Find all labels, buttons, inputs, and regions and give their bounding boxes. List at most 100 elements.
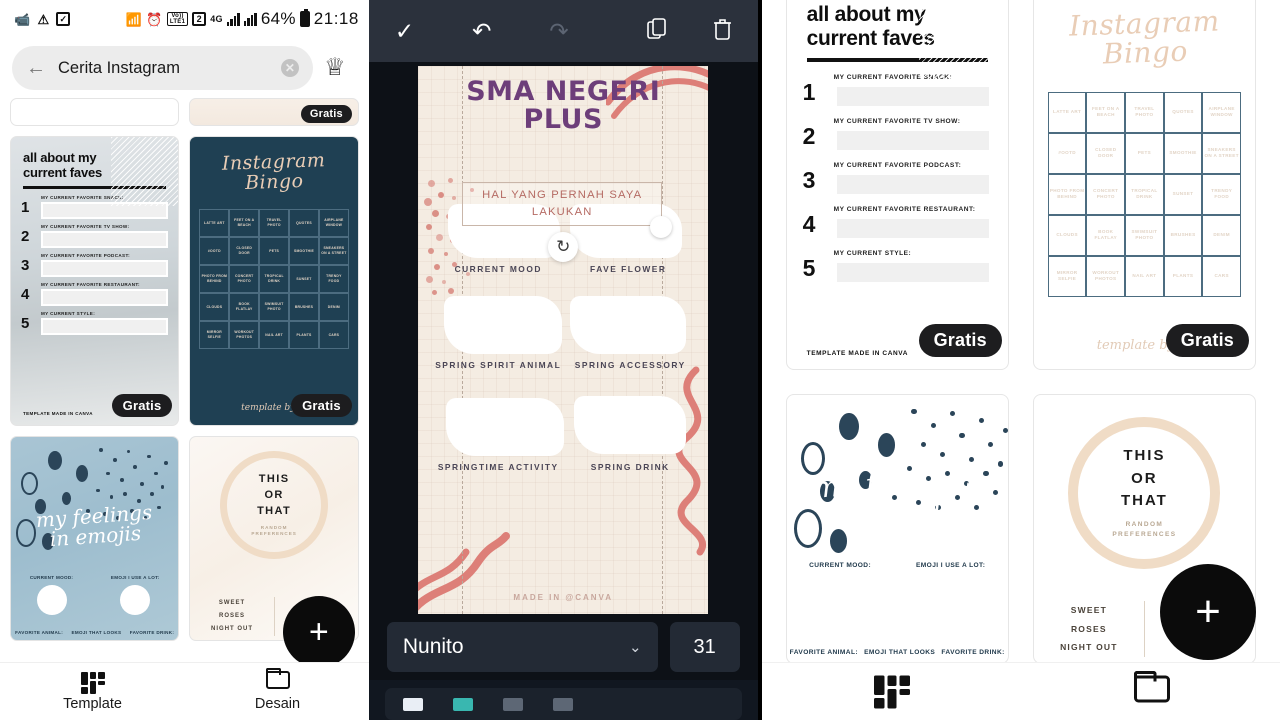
feelings-bottom-row: FAVORITE ANIMAL: EMOJI THAT LOOKS FAVORI…	[11, 630, 178, 636]
alarm-icon: ⏰	[146, 13, 163, 26]
font-family-select[interactable]: Nunito ⌄	[387, 622, 658, 672]
list-item: 4 MY CURRENT FAVORITE RESTAURANT:	[803, 206, 992, 241]
brush-stroke	[574, 396, 686, 454]
clock: 21:18	[314, 9, 359, 29]
bingo-cell: BRUSHES	[1164, 215, 1203, 256]
item-number: 4	[803, 206, 823, 241]
tot-left-column: SWEET ROSES NIGHT OUT	[190, 597, 274, 636]
add-button[interactable]: +	[283, 596, 355, 668]
template-card-partial-right[interactable]: Gratis	[189, 98, 358, 126]
bingo-cell: PLANTS	[289, 321, 319, 349]
item-number: 3	[21, 253, 34, 277]
highlight-color-icon[interactable]	[453, 698, 473, 711]
template-list-scroll[interactable]: Gratis all about my current faves 1 MY C…	[0, 98, 369, 662]
canvas-area[interactable]: SMA NEGERI PLUS HAL YANG PERNAH SAYA LAK…	[369, 62, 758, 618]
folder-icon	[266, 671, 290, 689]
tot-option: SWEET	[190, 597, 273, 610]
bingo-cell: CARS	[1202, 256, 1241, 297]
free-badge: Gratis	[112, 394, 173, 417]
tot-ring: THIS OR THAT RANDOM PREFERENCES	[1068, 417, 1220, 569]
tot-option: NIGHT OUT	[1034, 638, 1144, 657]
item-label: MY CURRENT FAVORITE RESTAURANT:	[41, 282, 168, 287]
nav-item-desain[interactable]: Desain	[185, 671, 369, 712]
nav-item-desain-zoomed[interactable]	[1022, 680, 1280, 703]
text-tool-strip	[369, 680, 758, 720]
item-answer-box	[41, 231, 168, 248]
canvas-label: SPRING SPIRIT ANIMAL	[434, 359, 562, 372]
template-card-all-about-my-current-faves-zoomed[interactable]: all about my current faves 1 MY CURRENT …	[786, 0, 1009, 370]
folder-icon	[1134, 676, 1170, 703]
bingo-cell: BOOK FLATLAY	[1086, 215, 1125, 256]
search-input[interactable]: Cerita Instagram	[58, 59, 269, 78]
item-number: 4	[21, 282, 34, 306]
bingo-cell: PHOTO FROM BEHIND	[199, 265, 229, 293]
item-answer-box	[834, 172, 992, 197]
align-icon[interactable]	[503, 698, 523, 711]
selected-text-line1: HAL YANG PERNAH SAYA	[463, 187, 661, 204]
free-badge: Gratis	[919, 324, 1002, 357]
template-card-my-feelings-in-emojis-zoomed[interactable]: my feelings in emojis CURRENT MOOD: EMOJ…	[786, 394, 1009, 664]
canvas-label: FAVE FLOWER	[568, 263, 688, 276]
item-label: MY CURRENT STYLE:	[41, 311, 168, 316]
free-badge: Gratis	[301, 105, 352, 123]
duplicate-icon[interactable]	[647, 18, 667, 44]
bingo-cell: NAIL ART	[259, 321, 289, 349]
font-size-input[interactable]: 31	[670, 622, 740, 672]
hatch-decoration	[111, 137, 178, 206]
nav-item-template[interactable]: Template	[0, 672, 185, 712]
nav-item-template-zoomed[interactable]	[762, 681, 1022, 703]
answer-circle	[818, 576, 862, 620]
tot-title: THIS OR THAT	[257, 472, 291, 520]
template-card-my-feelings-in-emojis[interactable]: my feelings in emojis CURRENT MOOD: EMOJ…	[10, 436, 179, 641]
bingo-cell: FEET ON A BEACH	[229, 209, 259, 237]
item-answer-box	[834, 128, 992, 153]
item-number: 1	[21, 195, 34, 219]
canvas-label: SPRING DRINK	[570, 461, 690, 474]
bingo-cell: #OOTD	[1048, 133, 1087, 174]
free-badge: Gratis	[1166, 324, 1249, 357]
redo-icon[interactable]: ↷	[549, 20, 568, 43]
feelings-field: CURRENT MOOD:	[809, 561, 871, 620]
template-card-partial-left[interactable]	[10, 98, 179, 126]
tot-option: ROSES	[1034, 620, 1144, 639]
bingo-cell: CLOSED DOOR	[1086, 133, 1125, 174]
template-card-instagram-bingo[interactable]: Instagram Bingo LATTE ART FEET ON A BEACH…	[189, 136, 358, 426]
search-field-container[interactable]: ← Cerita Instagram ✕	[12, 46, 313, 90]
add-button-zoomed[interactable]: +	[1160, 564, 1256, 660]
clear-icon[interactable]: ✕	[281, 59, 299, 77]
bingo-cell: CONCERT PHOTO	[1086, 174, 1125, 215]
template-card-all-about-my-current-faves[interactable]: all about my current faves 1 MY CURRENT …	[10, 136, 179, 426]
volte-icon: Vo)) LTE1	[167, 12, 188, 26]
bingo-cell: DENIM	[319, 293, 349, 321]
design-canvas[interactable]: SMA NEGERI PLUS HAL YANG PERNAH SAYA LAK…	[418, 66, 708, 614]
field-label: EMOJI I USE A LOT:	[916, 561, 985, 570]
tot-line1: THIS	[1121, 445, 1168, 468]
undo-icon[interactable]: ↶	[472, 20, 491, 43]
check-icon[interactable]: ✓	[395, 20, 414, 43]
back-arrow-icon[interactable]: ←	[26, 58, 46, 78]
faves-footer: TEMPLATE MADE IN CANVA	[23, 411, 93, 416]
spacing-icon[interactable]	[553, 698, 573, 711]
grid-icon	[874, 675, 910, 708]
item-label: MY CURRENT FAVORITE RESTAURANT:	[834, 206, 992, 213]
trash-icon[interactable]	[713, 18, 732, 44]
template-card-instagram-bingo-zoomed[interactable]: Instagram Bingo LATTE ART FEET ON A BEACH…	[1033, 0, 1256, 370]
text-color-icon[interactable]	[403, 698, 423, 711]
list-item: 3 MY CURRENT FAVORITE PODCAST:	[21, 253, 168, 277]
bingo-cell: LATTE ART	[1048, 92, 1087, 133]
list-item: 4 MY CURRENT FAVORITE RESTAURANT:	[21, 282, 168, 306]
plus-icon: +	[309, 613, 329, 652]
bingo-cell: SMOOTHIE	[289, 237, 319, 265]
bingo-cell: TROPICAL DRINK	[1125, 174, 1164, 215]
selected-text-element[interactable]: HAL YANG PERNAH SAYA LAKUKAN	[462, 182, 662, 226]
brush-stroke	[570, 296, 686, 354]
bingo-cell: DENIM	[1202, 215, 1241, 256]
video-camera-icon: 📹	[14, 13, 31, 26]
crown-icon[interactable]: ♕	[313, 56, 357, 80]
item-number: 3	[803, 162, 823, 197]
bingo-cell: SWIMSUIT PHOTO	[1125, 215, 1164, 256]
rotate-icon[interactable]: ↻	[548, 232, 578, 262]
faves-footer: TEMPLATE MADE IN CANVA	[807, 350, 908, 357]
text-tool-row	[385, 688, 742, 720]
network-type-icon: 4G	[210, 14, 223, 24]
